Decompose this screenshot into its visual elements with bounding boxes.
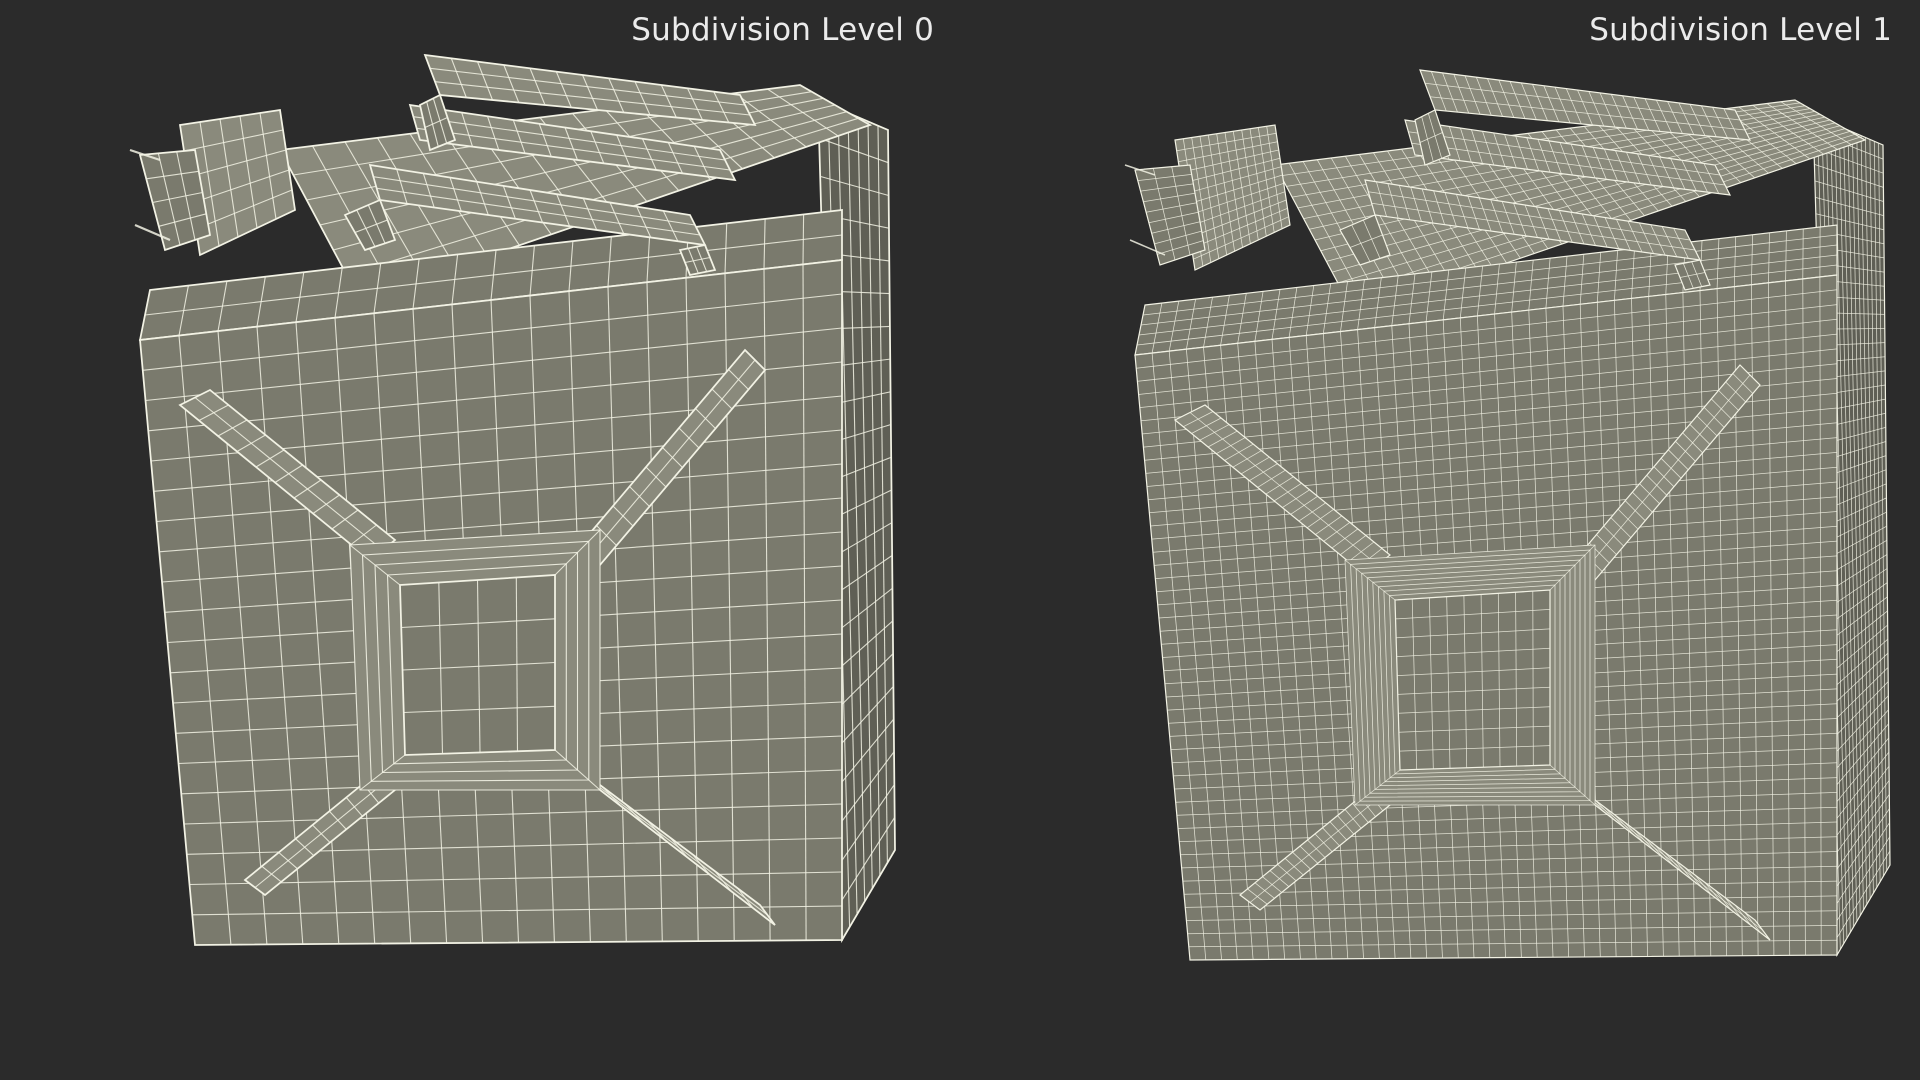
- jerrycan-wireframe-level-1: [1124, 69, 1891, 961]
- viewport-label: Subdivision Level 1: [1589, 12, 1892, 48]
- jerrycan-wireframe-level-0: [129, 53, 896, 946]
- emboss-center-panel: [399, 574, 556, 756]
- viewport-subdivision-level-1: Subdivision Level 1: [960, 0, 1920, 1080]
- render-stage: Subdivision Level 0 Subdivision Level 1: [0, 0, 1920, 1080]
- spout-cap: [1124, 124, 1291, 271]
- viewport-label: Subdivision Level 0: [631, 12, 934, 48]
- spout-cap: [129, 108, 296, 257]
- emboss-center-panel: [1394, 589, 1551, 771]
- jerrycan-model: [1124, 69, 1891, 961]
- viewport-subdivision-level-0: Subdivision Level 0: [0, 0, 960, 1080]
- jerrycan-model: [129, 53, 896, 946]
